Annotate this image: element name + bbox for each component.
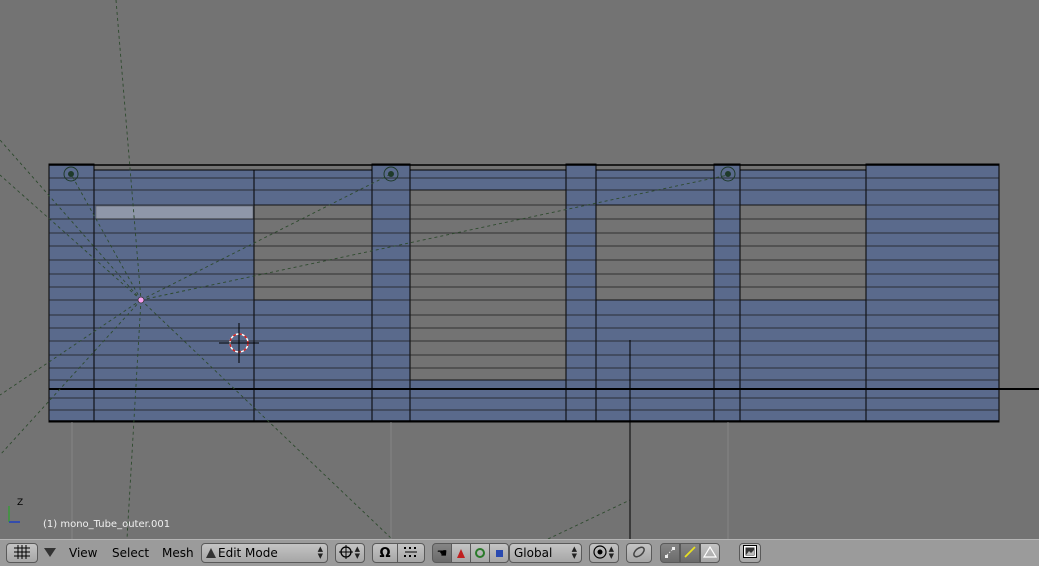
orientation-selector[interactable]: Global ▲ ▼ bbox=[509, 543, 582, 563]
pivot-icon bbox=[339, 544, 353, 562]
snap-element-button[interactable] bbox=[397, 543, 425, 563]
face-select-icon bbox=[702, 544, 718, 563]
occlude-geometry-button[interactable] bbox=[626, 543, 652, 563]
orientation-label: Global bbox=[514, 546, 553, 560]
edit-mode-icon bbox=[206, 548, 216, 558]
axis-z-label: Z bbox=[17, 498, 24, 508]
mode-label: Edit Mode bbox=[218, 546, 278, 560]
link-icon bbox=[632, 545, 646, 562]
proportional-edit-button[interactable]: ▲ ▼ bbox=[589, 543, 619, 563]
viewport-canvas[interactable] bbox=[0, 0, 1039, 539]
menu-view[interactable]: View bbox=[69, 545, 97, 561]
mode-selector[interactable]: Edit Mode ▲ ▼ bbox=[201, 543, 328, 563]
menu-mesh[interactable]: Mesh bbox=[162, 545, 194, 561]
face-select-mode[interactable] bbox=[700, 543, 720, 563]
triangle-down-icon[interactable] bbox=[44, 548, 56, 557]
vertex-select-icon bbox=[663, 544, 677, 563]
grid-icon bbox=[14, 544, 30, 562]
menu-select[interactable]: Select bbox=[112, 545, 149, 561]
rotate-icon bbox=[475, 548, 485, 558]
edge-select-icon bbox=[683, 544, 697, 563]
selected-face bbox=[95, 205, 254, 220]
pivot-point-button[interactable]: ▲ ▼ bbox=[335, 543, 365, 563]
scale-icon bbox=[495, 549, 503, 557]
snap-element-icon bbox=[403, 546, 419, 561]
hand-icon: ☚ bbox=[436, 546, 448, 560]
updown-arrows-icon: ▲ ▼ bbox=[317, 545, 323, 560]
vertex-select-mode[interactable] bbox=[660, 543, 680, 563]
selected-vertex[interactable] bbox=[137, 296, 145, 304]
edge-select-mode[interactable] bbox=[680, 543, 700, 563]
snap-toggle[interactable]: Ω bbox=[372, 543, 398, 563]
3d-viewport[interactable]: Z (1) mono_Tube_outer.001 bbox=[0, 0, 1039, 539]
translate-icon bbox=[457, 548, 465, 558]
axis-gizmo: Z bbox=[2, 498, 26, 526]
editor-type-button[interactable] bbox=[6, 543, 38, 563]
scale-manipulator[interactable] bbox=[489, 543, 509, 563]
translate-manipulator[interactable] bbox=[451, 543, 471, 563]
render-preview-button[interactable] bbox=[739, 543, 761, 563]
image-icon bbox=[743, 545, 757, 561]
viewport-header: View Select Mesh Edit Mode ▲ ▼ ▲ ▼ Ω ☚ G… bbox=[0, 539, 1039, 566]
proportional-edit-icon bbox=[593, 544, 607, 562]
rotate-manipulator[interactable] bbox=[470, 543, 490, 563]
magnet-icon: Ω bbox=[379, 545, 391, 561]
manipulator-toggle[interactable]: ☚ bbox=[432, 543, 452, 563]
mesh-faces bbox=[48, 163, 1000, 423]
active-object-label: (1) mono_Tube_outer.001 bbox=[43, 519, 171, 530]
blender-window: Z (1) mono_Tube_outer.001 View Select Me… bbox=[0, 0, 1039, 566]
